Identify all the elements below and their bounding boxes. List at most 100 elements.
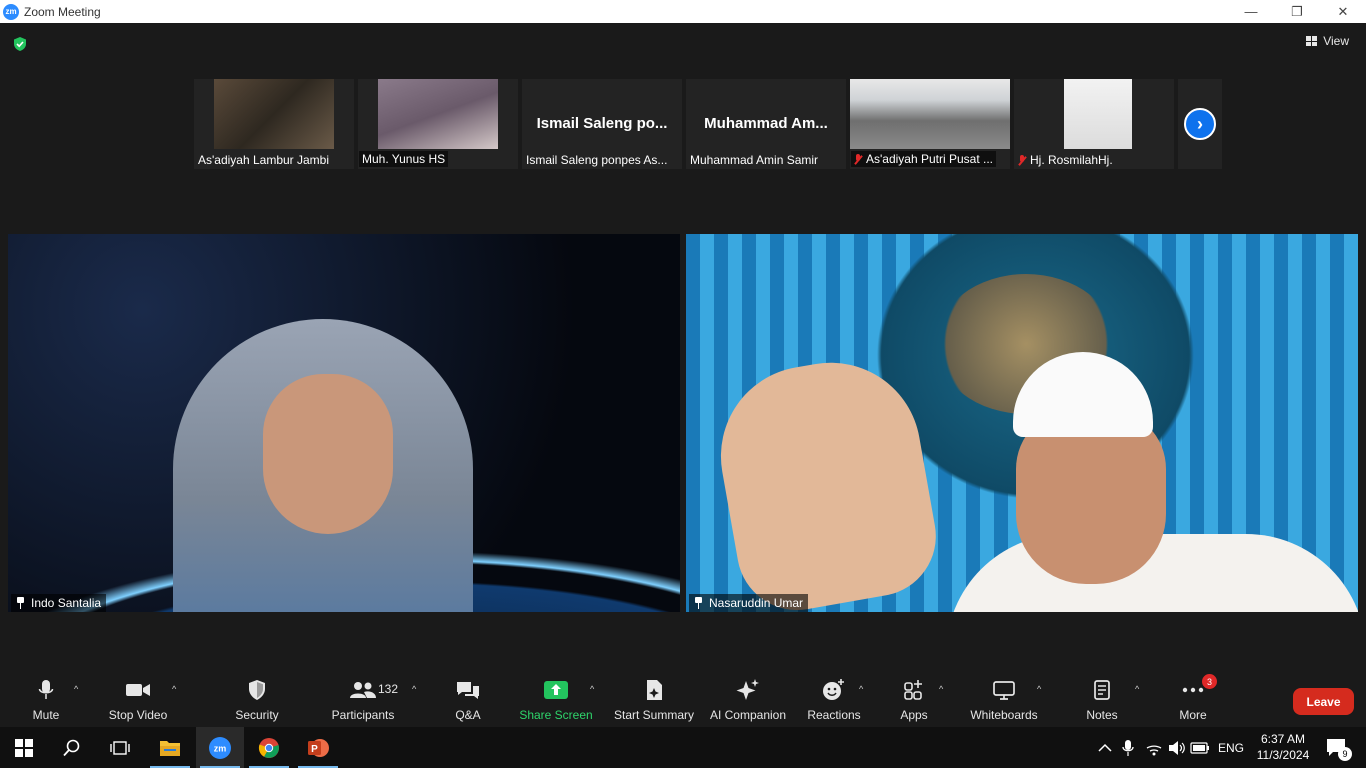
participant-video xyxy=(378,79,498,149)
main-video-tile[interactable]: Indo Santalia xyxy=(8,234,680,612)
meeting-toolbar: Mute ^ Stop Video ^ Security 132 Partici… xyxy=(0,674,1366,727)
participant-count: 132 xyxy=(378,682,399,696)
participant-tile[interactable]: Ismail Saleng po... Ismail Saleng ponpes… xyxy=(522,79,682,169)
participant-tile[interactable]: Muh. Yunus HS xyxy=(358,79,518,169)
more-notification-badge: 3 xyxy=(1202,674,1217,689)
share-options-caret[interactable]: ^ xyxy=(590,684,594,694)
speaker-icon xyxy=(1169,740,1185,755)
participant-name: Muh. Yunus HS xyxy=(359,151,449,167)
language-indicator[interactable]: ENG xyxy=(1214,727,1248,768)
qa-label: Q&A xyxy=(455,708,481,722)
apps-button[interactable]: Apps xyxy=(898,675,930,727)
reactions-options-caret[interactable]: ^ xyxy=(859,684,863,694)
battery-button[interactable] xyxy=(1189,727,1211,768)
meeting-area: View As'adiyah Lambur Jambi Muh. Yunus H… xyxy=(0,23,1366,675)
start-summary-label: Start Summary xyxy=(613,708,694,722)
participants-label: Participants xyxy=(331,708,395,722)
participant-display-name: Ismail Saleng po... xyxy=(536,115,668,132)
participants-options-caret[interactable]: ^ xyxy=(412,684,416,694)
maximize-button[interactable]: ❐ xyxy=(1274,0,1320,23)
svg-text:P: P xyxy=(311,744,318,755)
wifi-icon xyxy=(1146,745,1162,755)
wifi-button[interactable] xyxy=(1143,727,1165,768)
security-label: Security xyxy=(235,708,279,722)
folder-icon xyxy=(160,740,180,756)
share-screen-button[interactable]: Share Screen xyxy=(519,675,593,727)
whiteboards-options-caret[interactable]: ^ xyxy=(1037,684,1041,694)
microphone-tray-button[interactable] xyxy=(1118,727,1138,768)
participant-name: As'adiyah Putri Pusat ... xyxy=(851,151,997,167)
share-screen-label: Share Screen xyxy=(519,708,593,722)
start-summary-button[interactable]: Start Summary xyxy=(612,675,696,727)
stop-video-button[interactable]: Stop Video xyxy=(106,675,170,727)
share-screen-icon xyxy=(544,681,568,699)
notification-center-button[interactable]: 9 xyxy=(1318,727,1358,768)
video-camera-icon xyxy=(126,684,150,696)
more-dots-icon xyxy=(1182,687,1204,693)
taskbar-clock[interactable]: 6:37 AM 11/3/2024 xyxy=(1252,731,1314,763)
mute-label: Mute xyxy=(32,708,60,722)
mic-muted-icon xyxy=(854,153,862,165)
taskbar-powerpoint[interactable]: P xyxy=(294,727,342,768)
encryption-shield-icon[interactable] xyxy=(12,36,28,52)
participant-name: As'adiyah Lambur Jambi xyxy=(198,153,330,167)
apps-options-caret[interactable]: ^ xyxy=(939,684,943,694)
start-button[interactable] xyxy=(0,727,48,768)
participant-video xyxy=(263,374,393,534)
volume-button[interactable] xyxy=(1166,727,1188,768)
mute-options-caret[interactable]: ^ xyxy=(74,684,78,694)
title-bar: zm Zoom Meeting — ❐ ✕ xyxy=(0,0,1366,23)
search-icon xyxy=(63,739,80,756)
mic-muted-icon xyxy=(1018,154,1026,166)
leave-button[interactable]: Leave xyxy=(1293,688,1354,715)
security-button[interactable]: Security xyxy=(234,675,280,727)
search-button[interactable] xyxy=(48,727,96,768)
battery-icon xyxy=(1190,741,1209,754)
ai-companion-label: AI Companion xyxy=(709,708,787,722)
window-title: Zoom Meeting xyxy=(24,4,101,19)
view-button[interactable]: View xyxy=(1306,34,1349,48)
show-hidden-icons-button[interactable] xyxy=(1094,727,1116,768)
close-button[interactable]: ✕ xyxy=(1320,0,1366,23)
main-video-tile[interactable]: Nasaruddin Umar xyxy=(686,234,1358,612)
participant-tile[interactable]: Hj. RosmilahHj. xyxy=(1014,79,1174,169)
participants-button[interactable]: 132 Participants xyxy=(330,675,399,727)
next-page-button[interactable]: › xyxy=(1184,108,1216,140)
clock-time: 6:37 AM xyxy=(1260,732,1306,746)
grid-view-icon xyxy=(1306,36,1318,46)
summary-document-icon xyxy=(647,680,662,700)
mute-button[interactable]: Mute xyxy=(28,675,64,727)
task-view-icon xyxy=(110,740,130,755)
pin-icon xyxy=(16,597,25,609)
ai-companion-button[interactable]: AI Companion xyxy=(708,675,788,727)
windows-taskbar: zm P ENG 6:37 AM 11/3/2024 9 xyxy=(0,727,1366,768)
powerpoint-icon: P xyxy=(308,738,329,757)
stop-video-label: Stop Video xyxy=(108,708,168,722)
participant-tile[interactable]: As'adiyah Lambur Jambi xyxy=(194,79,354,169)
taskbar-chrome[interactable] xyxy=(245,727,293,768)
whiteboards-button[interactable]: Whiteboards xyxy=(968,675,1040,727)
task-view-button[interactable] xyxy=(96,727,144,768)
reactions-button[interactable]: Reactions xyxy=(806,675,862,727)
participant-tile[interactable]: As'adiyah Putri Pusat ... xyxy=(850,79,1010,169)
more-button[interactable]: 3 More xyxy=(1176,674,1217,727)
notes-button[interactable]: Notes xyxy=(1084,675,1120,727)
notification-count-badge: 9 xyxy=(1338,747,1352,761)
qa-button[interactable]: Q&A xyxy=(452,675,484,727)
notes-options-caret[interactable]: ^ xyxy=(1135,684,1139,694)
taskbar-zoom[interactable]: zm xyxy=(196,727,244,768)
taskbar-file-explorer[interactable] xyxy=(146,727,194,768)
security-shield-icon xyxy=(249,680,265,700)
smiley-icon xyxy=(823,679,844,700)
participant-display-name: Muhammad Am... xyxy=(704,115,828,132)
participant-tile[interactable]: Muhammad Am... Muhammad Amin Samir xyxy=(686,79,846,169)
participant-video xyxy=(1064,79,1132,149)
whiteboards-label: Whiteboards xyxy=(970,708,1038,722)
video-name-label: Indo Santalia xyxy=(11,594,107,612)
minimize-button[interactable]: — xyxy=(1228,0,1274,23)
notes-label: Notes xyxy=(1086,708,1118,722)
participant-name: Muhammad Amin Samir xyxy=(690,153,819,167)
video-options-caret[interactable]: ^ xyxy=(172,684,176,694)
notes-icon xyxy=(1094,680,1110,700)
windows-logo-icon xyxy=(15,738,33,757)
